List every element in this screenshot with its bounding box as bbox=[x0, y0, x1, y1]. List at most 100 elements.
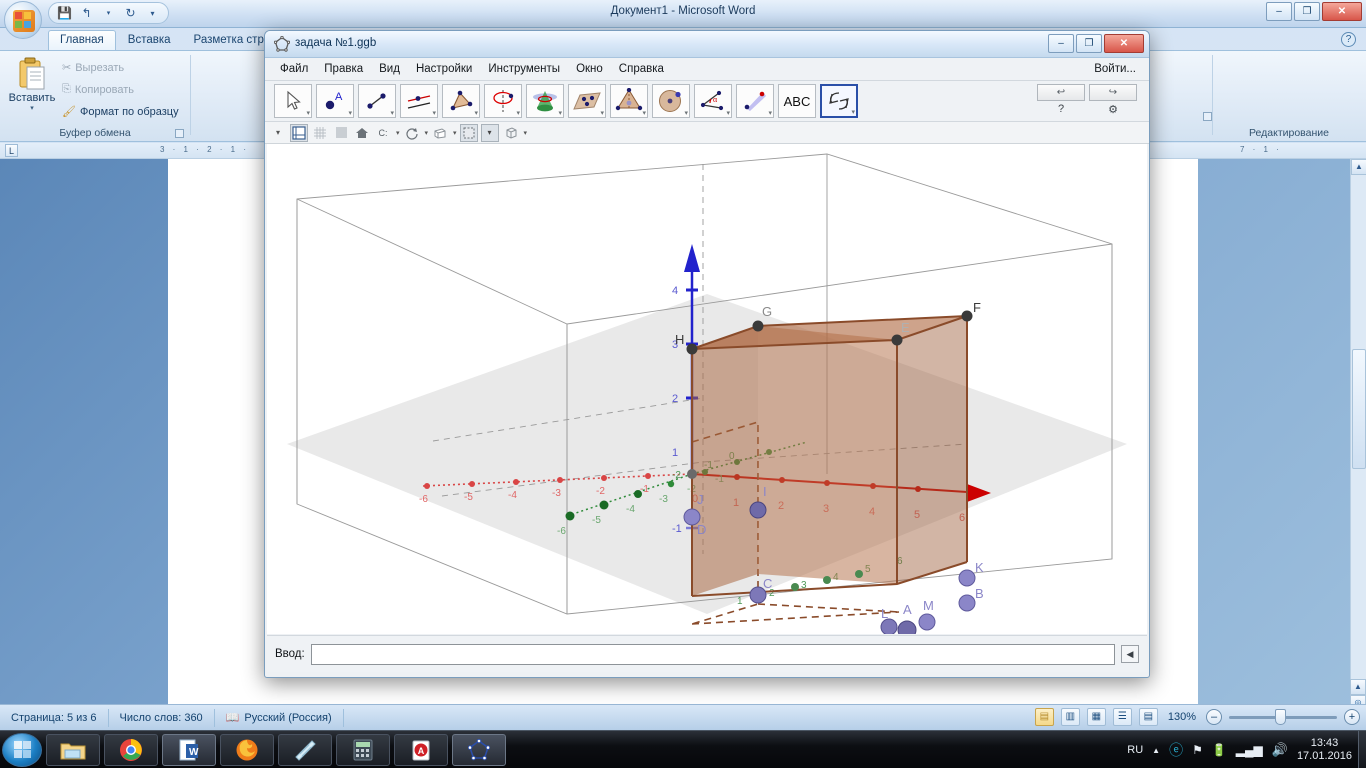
graphics-3d-view[interactable]: -6-5 -4-3 -2-1 01 23 45 6 bbox=[267, 144, 1147, 634]
geogebra-minimize-button[interactable]: – bbox=[1048, 34, 1074, 53]
language-indicator[interactable]: 📖 Русский (Россия) bbox=[215, 708, 344, 727]
clipping-icon[interactable] bbox=[431, 124, 449, 142]
login-button[interactable]: Войти... bbox=[1087, 61, 1143, 77]
taskbar-explorer-button[interactable] bbox=[46, 733, 100, 766]
rotate-view-icon[interactable] bbox=[403, 124, 421, 142]
pyramid-tool-button[interactable]: ▾ bbox=[610, 84, 648, 118]
menu-settings[interactable]: Настройки bbox=[409, 61, 479, 77]
menu-edit[interactable]: Правка bbox=[317, 61, 370, 77]
angle-tool-dropdown-icon[interactable]: ▾ bbox=[726, 109, 730, 117]
view-cube-icon[interactable] bbox=[502, 124, 520, 142]
help-icon[interactable]: ? bbox=[1341, 32, 1356, 47]
menu-file[interactable]: Файл bbox=[273, 61, 315, 77]
tray-volume-icon[interactable]: 🔊 bbox=[1272, 742, 1288, 758]
scroll-up-button[interactable]: ▲ bbox=[1351, 159, 1366, 175]
taskbar-firefox-button[interactable] bbox=[220, 733, 274, 766]
clipboard-dialog-launcher[interactable] bbox=[175, 129, 184, 138]
surface-tool-dropdown-icon[interactable]: ▾ bbox=[516, 109, 520, 117]
clipping-dropdown-icon[interactable]: ▾ bbox=[453, 129, 457, 137]
angle-tool-button[interactable]: α ▾ bbox=[694, 84, 732, 118]
taskbar-notepad-button[interactable] bbox=[278, 733, 332, 766]
format-painter-button[interactable]: 🖌 Формат по образцу bbox=[62, 105, 179, 119]
plane-tool-button[interactable]: ▾ bbox=[568, 84, 606, 118]
cone-tool-button[interactable]: ▾ bbox=[526, 84, 564, 118]
view-cube-dropdown-icon[interactable]: ▾ bbox=[524, 129, 528, 137]
taskbar-chrome-button[interactable] bbox=[104, 733, 158, 766]
zoom-in-button[interactable]: + bbox=[1344, 709, 1360, 725]
menu-view[interactable]: Вид bbox=[372, 61, 407, 77]
styles-dialog-launcher[interactable] bbox=[1203, 112, 1212, 121]
tray-battery-warning-icon[interactable]: 🔋 bbox=[1212, 743, 1227, 757]
input-field[interactable] bbox=[310, 643, 1115, 665]
word-maximize-button[interactable]: ❐ bbox=[1294, 2, 1320, 21]
tray-expand-icon[interactable]: ▲ bbox=[1152, 746, 1160, 755]
outline-view-button[interactable]: ☰ bbox=[1112, 708, 1132, 726]
input-help-toggle-icon[interactable]: ◀ bbox=[1121, 645, 1139, 663]
geogebra-maximize-button[interactable]: ❐ bbox=[1076, 34, 1102, 53]
zoom-slider[interactable] bbox=[1229, 708, 1337, 725]
reflect-tool-button[interactable]: ▾ bbox=[736, 84, 774, 118]
show-plane-icon[interactable] bbox=[290, 123, 308, 142]
word-minimize-button[interactable]: – bbox=[1266, 2, 1292, 21]
reflect-tool-dropdown-icon[interactable]: ▾ bbox=[768, 109, 772, 117]
word-count-indicator[interactable]: Число слов: 360 bbox=[109, 708, 215, 727]
tab-home[interactable]: Главная bbox=[48, 30, 116, 50]
cut-button[interactable]: ✂ Вырезать bbox=[62, 61, 124, 75]
taskbar-word-button[interactable]: W bbox=[162, 733, 216, 766]
sphere-tool-button[interactable]: ▾ bbox=[652, 84, 690, 118]
tray-flag-icon[interactable]: ⚑ bbox=[1192, 743, 1203, 757]
scroll-thumb[interactable] bbox=[1352, 349, 1366, 469]
polygon-tool-button[interactable]: ▾ bbox=[442, 84, 480, 118]
page-indicator[interactable]: Страница: 5 из 6 bbox=[0, 708, 109, 727]
line-tool-dropdown-icon[interactable]: ▾ bbox=[390, 109, 394, 117]
tray-clock[interactable]: 13:43 17.01.2016 bbox=[1297, 737, 1352, 763]
move-tool-dropdown-icon[interactable]: ▾ bbox=[306, 109, 310, 117]
home-view-icon[interactable] bbox=[353, 124, 371, 142]
geogebra-close-button[interactable]: ✕ bbox=[1104, 34, 1144, 53]
point-tool-button[interactable]: A ▾ bbox=[316, 84, 354, 118]
polygon-tool-dropdown-icon[interactable]: ▾ bbox=[474, 109, 478, 117]
plane-tool-dropdown-icon[interactable]: ▾ bbox=[600, 109, 604, 117]
start-button[interactable] bbox=[2, 732, 42, 767]
paste-button[interactable]: Вставить ▾ bbox=[8, 57, 56, 112]
parallel-line-tool-dropdown-icon[interactable]: ▾ bbox=[432, 109, 436, 117]
taskbar-calculator-button[interactable] bbox=[336, 733, 390, 766]
move-tool-button[interactable]: ▾ bbox=[274, 84, 312, 118]
zoom-slider-knob[interactable] bbox=[1275, 708, 1286, 725]
projection-icon[interactable]: C: bbox=[374, 124, 392, 142]
tab-stop-selector[interactable]: L bbox=[5, 144, 18, 157]
show-desktop-button[interactable] bbox=[1358, 731, 1366, 768]
taskbar-acrobat-button[interactable]: A bbox=[394, 733, 448, 766]
menu-window[interactable]: Окно bbox=[569, 61, 610, 77]
rotate-3d-view-dropdown-icon[interactable]: ▾ bbox=[851, 108, 855, 116]
zoom-level-label[interactable]: 130% bbox=[1168, 711, 1196, 723]
show-grid-icon[interactable] bbox=[311, 124, 329, 142]
text-tool-button[interactable]: ABC bbox=[778, 84, 816, 118]
word-close-button[interactable]: ✕ bbox=[1322, 2, 1362, 21]
pyramid-tool-dropdown-icon[interactable]: ▾ bbox=[642, 109, 646, 117]
sphere-tool-dropdown-icon[interactable]: ▾ bbox=[684, 109, 688, 117]
print-layout-view-button[interactable]: ▤ bbox=[1034, 708, 1054, 726]
cone-tool-dropdown-icon[interactable]: ▾ bbox=[558, 109, 562, 117]
undo-button[interactable]: ↩ bbox=[1037, 84, 1085, 101]
clipping-box-icon[interactable] bbox=[459, 123, 478, 142]
menu-help[interactable]: Справка bbox=[612, 61, 671, 77]
full-screen-reading-button[interactable]: ▥ bbox=[1060, 708, 1080, 726]
rotate-view-dropdown-icon[interactable]: ▾ bbox=[425, 129, 429, 137]
tab-insert[interactable]: Вставка bbox=[117, 31, 182, 50]
document-vertical-scrollbar[interactable]: ▲ ▲ ◎ ▼ bbox=[1350, 159, 1366, 727]
projection-dropdown-icon[interactable]: ▾ bbox=[396, 129, 400, 137]
tray-language-indicator[interactable]: RU bbox=[1127, 744, 1143, 756]
stylebar-collapse-icon[interactable]: ▾ bbox=[269, 124, 287, 142]
tab-page-layout[interactable]: Разметка стр bbox=[183, 31, 275, 50]
redo-button[interactable]: ↪ bbox=[1089, 84, 1137, 101]
menu-tools[interactable]: Инструменты bbox=[481, 61, 567, 77]
tray-ie-icon[interactable]: ⓔ bbox=[1169, 740, 1183, 760]
help-button[interactable]: ? bbox=[1037, 103, 1085, 116]
taskbar-geogebra-button[interactable] bbox=[452, 733, 506, 766]
zoom-out-button[interactable]: – bbox=[1206, 709, 1222, 725]
point-tool-dropdown-icon[interactable]: ▾ bbox=[348, 109, 352, 117]
clipping-box-dropdown-icon[interactable]: ▾ bbox=[480, 123, 499, 142]
web-layout-view-button[interactable]: ▦ bbox=[1086, 708, 1106, 726]
background-color-icon[interactable] bbox=[332, 124, 350, 142]
